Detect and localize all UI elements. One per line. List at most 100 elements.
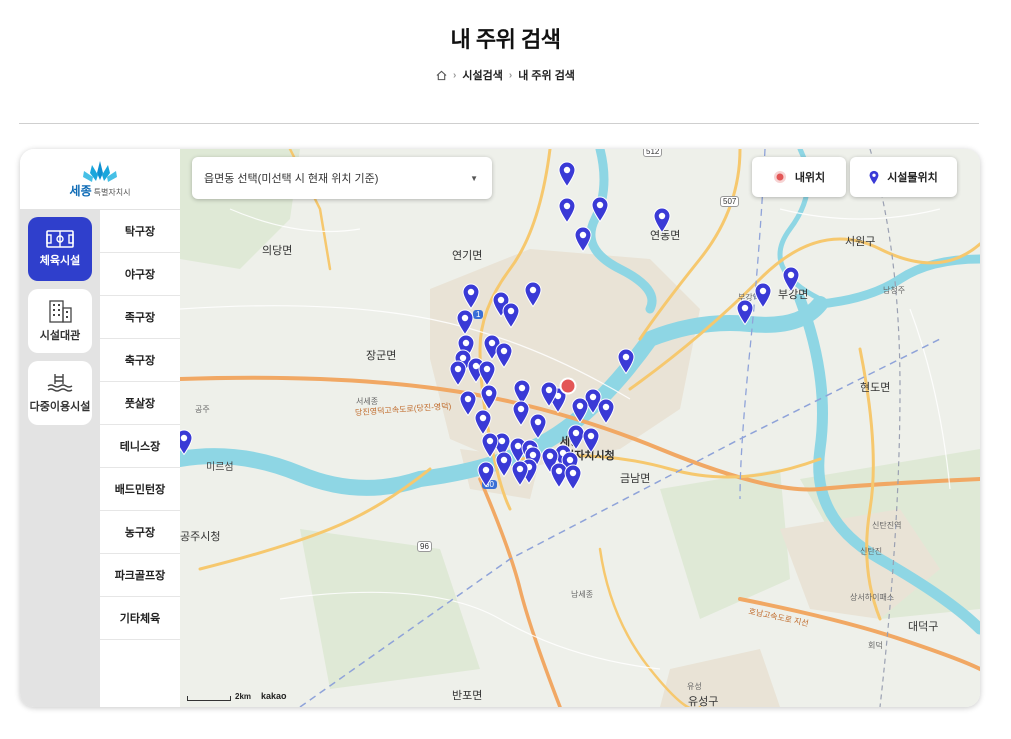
facility-pin[interactable] <box>477 461 495 488</box>
stadium-icon <box>46 230 74 248</box>
facility-pin[interactable] <box>591 196 609 223</box>
map-label-yuseong: 유성구 <box>688 696 719 707</box>
breadcrumb-separator-icon: › <box>453 69 457 81</box>
page-title: 내 주위 검색 <box>450 27 561 52</box>
map-label-sangseo: 상서하이패스 <box>850 593 895 602</box>
map-label-gongju: 공주시청 <box>180 531 221 543</box>
search-panel: 세종 특별자치시 체육시설 시설대관 다중이용시설 탁구장 야구장 족구장 축구… <box>20 149 980 707</box>
subcategory-baseball[interactable]: 야구장 <box>100 253 180 296</box>
facility-pin[interactable] <box>617 348 635 375</box>
facility-pin[interactable] <box>529 413 547 440</box>
map-pin-icon <box>495 342 513 369</box>
category-label: 체육시설 <box>39 255 81 267</box>
map-pin-icon <box>456 309 474 336</box>
pool-icon <box>47 374 73 392</box>
map-view[interactable]: 읍면동 선택(미선택 시 현재 위치 기준) ▼ 내위치 시설물위치 연기면 의… <box>180 149 980 707</box>
facility-pin[interactable] <box>558 161 576 188</box>
region-select-dropdown[interactable]: 읍면동 선택(미선택 시 현재 위치 기준) ▼ <box>192 157 492 199</box>
breadcrumb-separator-icon: › <box>508 69 513 81</box>
subcategory-park-golf[interactable]: 파크골프장 <box>100 554 180 597</box>
facility-pin[interactable] <box>524 281 542 308</box>
category-sports-facility[interactable]: 체육시설 <box>28 217 92 281</box>
map-pin-icon <box>869 170 879 184</box>
route-badge-96: 96 <box>417 541 432 552</box>
logo-main-text: 세종 <box>69 183 92 198</box>
subcategory-table-tennis[interactable]: 탁구장 <box>100 210 180 253</box>
facility-pin[interactable] <box>564 464 582 491</box>
facility-pin[interactable] <box>502 302 520 329</box>
facility-location-legend[interactable]: 시설물위치 <box>850 157 957 197</box>
facility-pin[interactable] <box>462 283 480 310</box>
map-label-yuseong-small: 유성 <box>687 682 702 691</box>
my-location-label: 내위치 <box>794 172 826 184</box>
my-location-legend[interactable]: 내위치 <box>752 157 846 197</box>
sejong-emblem-icon <box>83 160 117 182</box>
subcategory-other-sports[interactable]: 기타체육 <box>100 597 180 640</box>
subcategory-badminton[interactable]: 배드민턴장 <box>100 468 180 511</box>
my-location-marker[interactable] <box>559 377 577 395</box>
map-pin-icon <box>478 360 496 387</box>
map-label-gongju-small: 공주 <box>195 405 210 414</box>
facility-pin[interactable] <box>754 282 772 309</box>
facility-pin[interactable] <box>582 427 600 454</box>
logo-area: 세종 특별자치시 <box>20 149 180 210</box>
my-location-marker-icon <box>559 377 577 395</box>
facility-pin[interactable] <box>456 309 474 336</box>
map-label-seowon: 서원구 <box>845 236 876 248</box>
map-label-sintanjin-station: 신탄진역 <box>872 521 902 530</box>
map-pin-icon <box>617 348 635 375</box>
category-facility-rental[interactable]: 시설대관 <box>28 289 92 353</box>
map-label-janggun: 장군면 <box>366 350 397 362</box>
facility-pin[interactable] <box>449 360 467 387</box>
kakao-logo: kakao <box>261 691 287 701</box>
breadcrumb-item-facility-search[interactable]: 시설검색 <box>462 67 502 83</box>
subcategory-tennis[interactable]: 테니스장 <box>100 425 180 468</box>
facility-pin[interactable] <box>540 381 558 408</box>
my-location-icon <box>773 171 786 183</box>
facility-pin[interactable] <box>180 429 193 456</box>
building-icon <box>49 300 72 323</box>
facility-location-label: 시설물위치 <box>887 172 938 184</box>
subcategory-jokgu[interactable]: 족구장 <box>100 296 180 339</box>
map-pin-icon <box>512 400 530 427</box>
home-icon[interactable] <box>436 70 447 81</box>
route-badge-507: 507 <box>720 196 740 207</box>
subcategory-soccer[interactable]: 축구장 <box>100 339 180 382</box>
facility-pin[interactable] <box>511 460 529 487</box>
map-label-namcheongju: 남청주 <box>883 286 906 295</box>
map-label-sintanjin: 신탄진 <box>860 547 883 556</box>
scale-text: 2km <box>235 692 252 701</box>
map-pin-icon <box>582 427 600 454</box>
region-select-text: 읍면동 선택(미선택 시 현재 위치 기준) <box>204 173 379 185</box>
map-label-yeonggi: 연기면 <box>452 250 483 262</box>
facility-pin[interactable] <box>574 226 592 253</box>
route-badge-1: 1 <box>473 310 484 319</box>
facility-pin[interactable] <box>736 299 754 326</box>
map-scale-bar: 2km kakao <box>187 691 287 701</box>
map-pin-icon <box>571 397 589 424</box>
sejong-logo[interactable]: 세종 특별자치시 <box>69 160 130 199</box>
subcategory-futsal[interactable]: 풋살장 <box>100 382 180 425</box>
facility-pin[interactable] <box>597 398 615 425</box>
breadcrumb-item-nearby-search[interactable]: 내 주위 검색 <box>518 67 575 83</box>
facility-pin[interactable] <box>653 207 671 234</box>
facility-pin[interactable] <box>782 266 800 293</box>
facility-pin[interactable] <box>478 360 496 387</box>
facility-pin[interactable] <box>558 197 576 224</box>
subcategory-basketball[interactable]: 농구장 <box>100 511 180 554</box>
facility-pin[interactable] <box>480 384 498 411</box>
map-pin-icon <box>449 360 467 387</box>
breadcrumb: › 시설검색 › 내 주위 검색 <box>0 67 1011 83</box>
map-pin-icon <box>736 299 754 326</box>
category-public-use-facility[interactable]: 다중이용시설 <box>28 361 92 425</box>
map-pin-icon <box>558 197 576 224</box>
map-pin-icon <box>477 461 495 488</box>
map-label-euidang: 의당면 <box>262 245 293 257</box>
facility-pin[interactable] <box>495 342 513 369</box>
facility-pin[interactable] <box>571 397 589 424</box>
map-label-namsejong: 남세종 <box>571 590 594 599</box>
map-pin-icon <box>597 398 615 425</box>
map-pin-icon <box>502 302 520 329</box>
facility-pin[interactable] <box>512 400 530 427</box>
map-pin-icon <box>480 384 498 411</box>
